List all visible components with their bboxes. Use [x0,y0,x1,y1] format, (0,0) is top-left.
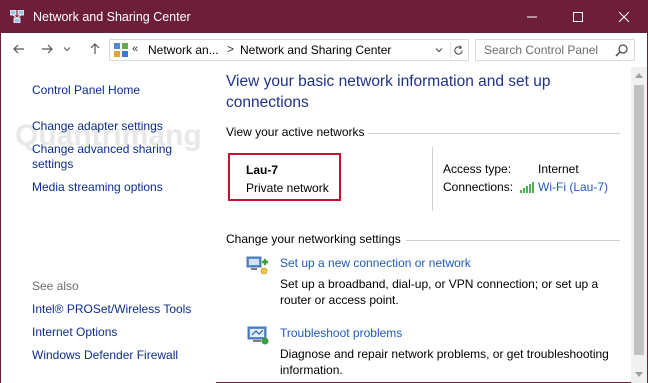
breadcrumb-network-sharing-center[interactable]: Network and Sharing Center [240,43,391,57]
refresh-button[interactable] [450,42,466,58]
address-bar[interactable]: « Network an... > Network and Sharing Ce… [109,39,469,61]
breadcrumb-separator[interactable]: > [227,42,234,56]
active-network-highlight: Lau-7 Private network [228,153,341,201]
refresh-icon [454,45,463,55]
access-type-value: Internet [538,162,579,176]
troubleshoot-problems-link[interactable]: Troubleshoot problems [280,326,402,340]
window-title: Network and Sharing Center [33,10,191,24]
vertical-scrollbar[interactable] [631,67,647,383]
active-networks-heading: View your active networks [226,125,365,139]
setup-new-connection-link[interactable]: Set up a new connection or network [280,256,471,270]
maximize-icon [573,12,583,22]
network-type-link[interactable]: Private network [246,181,329,195]
wifi-connection-link[interactable]: Wi-Fi (Lau-7) [538,180,608,194]
access-type-label: Access type: [443,162,512,176]
control-panel-home-link[interactable]: Control Panel Home [32,83,140,98]
search-box[interactable]: Search Control Panel [475,39,635,61]
change-advanced-sharing-settings-link[interactable]: Change advanced sharing settings [32,142,192,172]
maximize-button[interactable] [555,1,601,33]
section-divider [406,240,620,241]
wifi-signal-icon [520,182,534,193]
sidebar: Quantrimang Control Panel Home Change ad… [1,67,216,383]
chevron-down-icon [435,48,443,53]
minimize-button[interactable] [509,1,555,33]
scroll-down-button[interactable] [631,367,647,383]
forward-button[interactable] [39,41,55,57]
up-button[interactable] [87,41,103,57]
scroll-thumb[interactable] [634,85,644,355]
arrow-up-icon [635,73,643,78]
new-connection-icon [246,256,268,275]
recent-locations-button[interactable] [61,41,73,57]
title-bar[interactable]: Network and Sharing Center [1,1,647,33]
change-adapter-settings-link[interactable]: Change adapter settings [32,119,163,134]
search-input[interactable]: Search Control Panel [484,43,598,57]
search-icon[interactable] [615,43,629,57]
section-divider [368,133,620,134]
see-also-heading: See also [32,279,79,293]
navigation-bar: « Network an... > Network and Sharing Ce… [1,33,647,67]
minimize-icon [527,16,537,18]
scroll-up-button[interactable] [631,67,647,83]
arrow-right-icon [42,44,53,54]
windows-defender-firewall-link[interactable]: Windows Defender Firewall [32,348,178,363]
troubleshoot-problems-description: Diagnose and repair network problems, or… [280,347,609,377]
network-icon [10,10,24,23]
intel-proset-link[interactable]: Intel® PROSet/Wireless Tools [32,302,191,317]
chevron-down-icon [63,47,71,52]
address-history-button[interactable] [432,42,446,58]
main-content: View your basic network information and … [216,67,631,383]
address-overflow[interactable]: « [132,43,138,55]
media-streaming-options-link[interactable]: Media streaming options [32,180,163,195]
vertical-divider [432,147,433,211]
arrow-left-icon [13,44,24,54]
setup-new-connection-description: Set up a broadband, dial-up, or VPN conn… [280,277,599,307]
breadcrumb-network-and-internet[interactable]: Network an... [148,43,219,57]
arrow-up-icon [90,43,100,54]
page-title: View your basic network information and … [226,73,551,111]
network-sharing-center-window: Network and Sharing Center « Network an.… [0,0,648,383]
internet-options-link[interactable]: Internet Options [32,325,117,340]
close-button[interactable] [601,1,647,33]
arrow-down-icon [635,372,643,377]
back-button[interactable] [11,41,27,57]
close-icon [619,12,629,22]
connections-label: Connections: [443,180,514,194]
network-name: Lau-7 [246,163,279,177]
troubleshoot-icon [247,326,269,345]
change-settings-heading: Change your networking settings [226,232,401,246]
control-panel-icon [114,43,128,57]
